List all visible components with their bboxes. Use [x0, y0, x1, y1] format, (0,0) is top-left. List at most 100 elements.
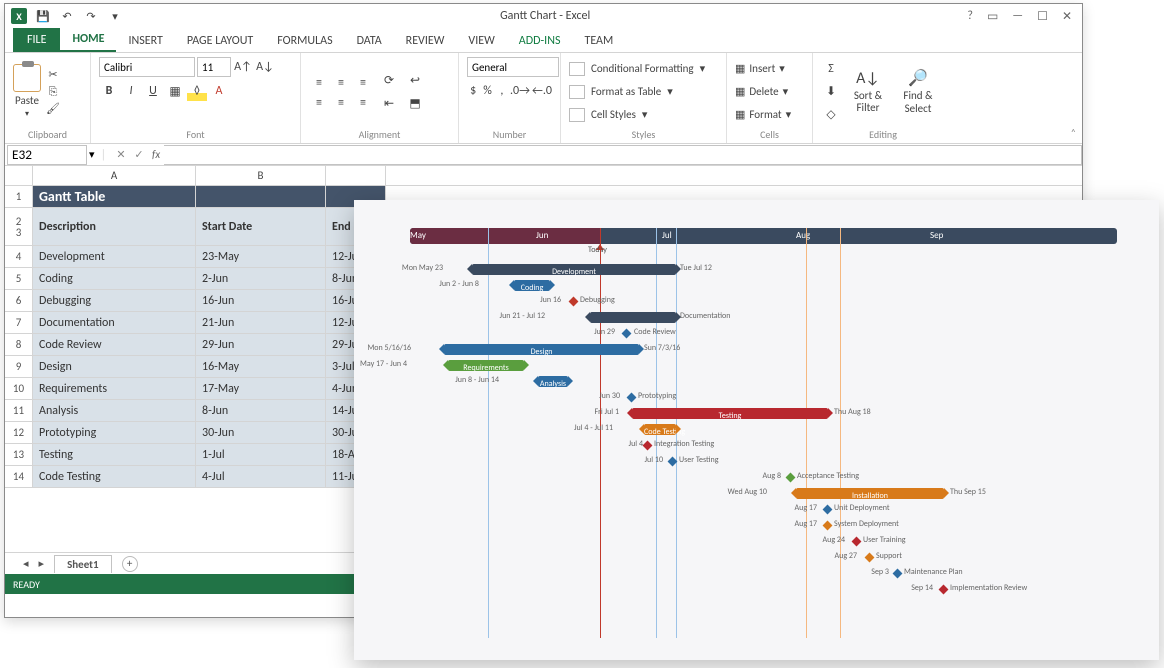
name-box[interactable] — [7, 145, 87, 165]
tab-pagelayout[interactable]: PAGE LAYOUT — [175, 30, 265, 52]
italic-button[interactable]: I — [121, 81, 141, 101]
new-sheet-button[interactable]: + — [122, 556, 138, 572]
table-cell[interactable]: 1-Jul — [196, 444, 326, 466]
align-top[interactable]: ≡ — [309, 73, 329, 93]
col-header-c[interactable] — [326, 166, 386, 185]
table-cell[interactable]: Testing — [33, 444, 196, 466]
table-cell[interactable]: Development — [33, 246, 196, 268]
enter-formula-icon[interactable]: ✓ — [130, 148, 148, 161]
sheet-tab[interactable]: Sheet1 — [54, 555, 112, 573]
table-cell[interactable]: 8-Jun — [196, 400, 326, 422]
help-icon[interactable]: ? — [967, 9, 973, 23]
table-cell[interactable]: Analysis — [33, 400, 196, 422]
inc-decimal[interactable]: .0→ — [510, 81, 530, 101]
sheet-nav-prev-icon[interactable]: ◂ — [23, 557, 29, 570]
tab-review[interactable]: REVIEW — [394, 30, 457, 52]
fill-button[interactable]: ⬇ — [821, 82, 841, 102]
grow-font-icon[interactable]: A↑ — [233, 57, 253, 77]
qat-more-icon[interactable]: ▾ — [107, 9, 123, 23]
cell-styles-button[interactable]: Cell Styles ▾ — [569, 105, 718, 125]
tab-addins[interactable]: ADD-INS — [507, 30, 573, 52]
tab-home[interactable]: HOME — [60, 28, 116, 52]
cut-icon[interactable]: ✂ — [45, 68, 61, 82]
align-bottom[interactable]: ≡ — [353, 73, 373, 93]
delete-cells-button[interactable]: ▦ Delete ▾ — [735, 82, 804, 102]
table-cell[interactable]: 16-May — [196, 356, 326, 378]
comma-button[interactable]: , — [496, 81, 508, 101]
gantt-date-label: Jul 4 — [629, 439, 643, 449]
number-format-select[interactable] — [467, 57, 559, 77]
shrink-font-icon[interactable]: A↓ — [255, 57, 275, 77]
border-button[interactable]: ▦ — [165, 81, 185, 101]
ribbon-options-icon[interactable]: ▭ — [987, 9, 998, 24]
sheet-nav-next-icon[interactable]: ▸ — [39, 557, 45, 570]
table-cell[interactable]: Coding — [33, 268, 196, 290]
cancel-formula-icon[interactable]: ✕ — [112, 148, 130, 161]
format-as-table-button[interactable]: Format as Table ▾ — [569, 82, 718, 102]
indent-dec[interactable]: ⇤ — [379, 93, 399, 113]
table-cell[interactable]: Prototyping — [33, 422, 196, 444]
redo-icon[interactable]: ↷ — [83, 9, 99, 23]
tab-formulas[interactable]: FORMULAS — [265, 30, 344, 52]
table-cell[interactable]: Code Review — [33, 334, 196, 356]
tab-insert[interactable]: INSERT — [116, 30, 174, 52]
table-cell[interactable]: Debugging — [33, 290, 196, 312]
tab-team[interactable]: TEAM — [572, 30, 625, 52]
maximize-icon[interactable]: ☐ — [1037, 9, 1048, 24]
close-icon[interactable]: ✕ — [1062, 9, 1072, 24]
merge-button[interactable]: ⬒ — [405, 93, 425, 113]
select-all-corner[interactable] — [5, 166, 33, 185]
orientation-button[interactable]: ⟳ — [379, 70, 399, 90]
collapse-ribbon-icon[interactable]: ˄ — [1071, 126, 1076, 139]
tab-file[interactable]: FILE — [13, 28, 60, 52]
percent-button[interactable]: % — [481, 81, 493, 101]
save-icon[interactable]: 💾 — [35, 9, 51, 23]
sort-filter-button[interactable]: A↓ Sort & Filter — [845, 69, 891, 114]
tab-data[interactable]: DATA — [345, 30, 394, 52]
find-select-button[interactable]: 🔎 Find & Select — [895, 68, 941, 114]
table-cell[interactable]: Documentation — [33, 312, 196, 334]
align-right[interactable]: ≡ — [353, 93, 373, 113]
align-left[interactable]: ≡ — [309, 93, 329, 113]
table-cell[interactable]: Design — [33, 356, 196, 378]
table-cell[interactable]: 23-May — [196, 246, 326, 268]
table-cell[interactable]: 2-Jun — [196, 268, 326, 290]
currency-button[interactable]: $ — [467, 81, 479, 101]
conditional-formatting-button[interactable]: Conditional Formatting ▾ — [569, 59, 718, 79]
table-cell[interactable]: Requirements — [33, 378, 196, 400]
col-description[interactable]: Description — [33, 208, 196, 246]
table-cell[interactable]: 29-Jun — [196, 334, 326, 356]
format-cells-button[interactable]: ▦ Format ▾ — [735, 105, 804, 125]
col-header-a[interactable]: A — [33, 166, 196, 185]
minimize-icon[interactable]: — — [1012, 9, 1023, 23]
table-cell[interactable]: 17-May — [196, 378, 326, 400]
font-size-select[interactable] — [197, 57, 231, 77]
font-name-select[interactable] — [99, 57, 195, 77]
fill-color-button[interactable]: ◊ — [187, 81, 207, 101]
insert-cells-button[interactable]: ▦ Insert ▾ — [735, 59, 804, 79]
clear-button[interactable]: ◇ — [821, 105, 841, 125]
col-start-date[interactable]: Start Date — [196, 208, 326, 246]
underline-button[interactable]: U — [143, 81, 163, 101]
align-middle[interactable]: ≡ — [331, 73, 351, 93]
wrap-text-button[interactable]: ↩ — [405, 70, 425, 90]
paste-button[interactable]: Paste ▾ — [13, 64, 41, 119]
table-cell[interactable]: 30-Jun — [196, 422, 326, 444]
format-painter-icon[interactable]: 🖌 — [45, 102, 61, 116]
formula-input[interactable] — [164, 145, 1082, 165]
table-title[interactable]: Gantt Table — [33, 186, 196, 208]
font-color-button[interactable]: A — [209, 81, 229, 101]
table-cell[interactable]: 21-Jun — [196, 312, 326, 334]
table-cell[interactable]: 16-Jun — [196, 290, 326, 312]
copy-icon[interactable]: ⎘ — [45, 85, 61, 99]
table-cell[interactable]: 4-Jul — [196, 466, 326, 488]
autosum-button[interactable]: Σ — [821, 59, 841, 79]
bold-button[interactable]: B — [99, 81, 119, 101]
fx-icon[interactable]: fx — [148, 148, 164, 161]
align-center[interactable]: ≡ — [331, 93, 351, 113]
undo-icon[interactable]: ↶ — [59, 9, 75, 23]
tab-view[interactable]: VIEW — [456, 30, 506, 52]
table-cell[interactable]: Code Testing — [33, 466, 196, 488]
col-header-b[interactable]: B — [196, 166, 326, 185]
dec-decimal[interactable]: ←.0 — [532, 81, 552, 101]
